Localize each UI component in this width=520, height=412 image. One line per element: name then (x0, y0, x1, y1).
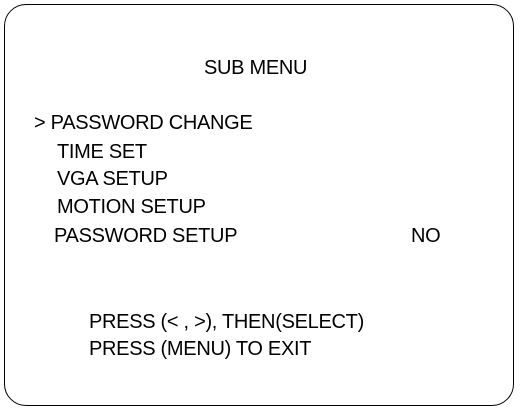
exit-hint: PRESS (MENU) TO EXIT (89, 338, 312, 360)
menu-item-password-setup[interactable]: PASSWORD SETUP (54, 224, 238, 248)
selection-cursor: > (34, 112, 51, 134)
menu-item-time-set[interactable]: TIME SET (57, 140, 147, 164)
menu-item-password-change[interactable]: > PASSWORD CHANGE (34, 111, 253, 135)
password-setup-value[interactable]: NO (411, 224, 441, 248)
menu-item-label: PASSWORD CHANGE (50, 112, 253, 134)
menu-title: SUB MENU (204, 57, 308, 79)
menu-item-motion-setup[interactable]: MOTION SETUP (57, 195, 206, 219)
navigation-hint: PRESS (< , >), THEN(SELECT) (89, 311, 364, 333)
menu-item-vga-setup[interactable]: VGA SETUP (57, 167, 168, 191)
